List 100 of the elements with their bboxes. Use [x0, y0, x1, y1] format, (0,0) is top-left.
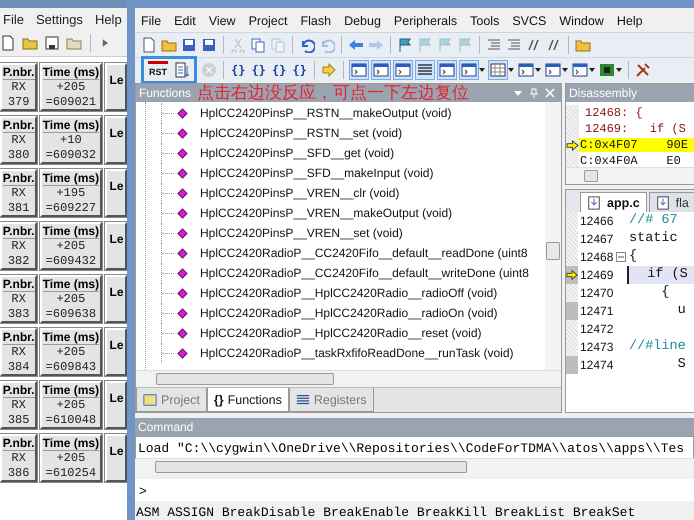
step-button[interactable]: {}: [270, 61, 288, 79]
cell-heading: Le: [110, 179, 124, 193]
cell-value: 386: [8, 466, 30, 480]
cell-heading: Le: [110, 285, 124, 299]
step-button[interactable]: {}: [250, 61, 267, 79]
dropdown-caret-icon[interactable]: [562, 68, 568, 72]
dropdown-caret-icon[interactable]: [508, 68, 514, 72]
dropdown-caret-icon[interactable]: [616, 68, 622, 72]
new-file-icon[interactable]: [0, 35, 16, 51]
function-item[interactable]: HplCC2420RadioP__CC2420Fifo__default__readDone (uint8: [200, 246, 528, 260]
cell-value: 385: [8, 412, 30, 428]
disassembly-line: C:0x4F0A E0: [579, 154, 682, 167]
cell-value: RX: [11, 292, 26, 306]
right-arrow-icon[interactable]: [320, 62, 337, 78]
menu-item[interactable]: View: [208, 14, 236, 28]
function-icon: [177, 148, 188, 158]
lines-icon[interactable]: [416, 61, 434, 79]
panel-tab[interactable]: {} Functions: [206, 388, 289, 412]
cell-heading: Time (ms): [42, 170, 100, 186]
undo-icon[interactable]: [299, 37, 315, 53]
dropdown-caret-icon[interactable]: [588, 68, 595, 72]
function-icon: [177, 248, 188, 258]
step-button[interactable]: {}: [230, 61, 246, 79]
menu-item[interactable]: Peripherals: [394, 14, 458, 28]
save-icon[interactable]: [181, 37, 197, 53]
function-item[interactable]: HplCC2420RadioP__HplCC2420Radio__radioOn (void): [200, 306, 498, 320]
function-item[interactable]: HplCC2420RadioP__taskRxfifoReadDone__runTask (void): [200, 346, 514, 360]
window-icon[interactable]: [460, 61, 478, 79]
vertical-scrollbar[interactable]: [545, 102, 561, 370]
function-item[interactable]: HplCC2420PinsP__VREN__clr (void): [200, 186, 400, 200]
panel-tab[interactable]: Project: [136, 388, 207, 412]
cell-value: RX: [11, 344, 26, 360]
cell-value: =609021: [46, 94, 96, 110]
back-arrow-icon[interactable]: [348, 37, 364, 53]
collapse-icon[interactable]: [616, 252, 626, 262]
horizontal-scrollbar[interactable]: [135, 458, 694, 475]
chip-icon[interactable]: [598, 62, 615, 78]
gutter: [566, 105, 579, 121]
dropdown-caret-icon[interactable]: [478, 68, 485, 72]
function-item[interactable]: HplCC2420PinsP__VREN__makeOutput (void): [200, 206, 452, 220]
cell-heading: Le: [110, 338, 124, 352]
horizontal-scrollbar[interactable]: [136, 370, 561, 387]
function-icon: [177, 328, 188, 338]
window-icon[interactable]: [438, 61, 456, 79]
command-input-field[interactable]: >: [135, 479, 694, 501]
cell-heading: P.nbr.: [2, 382, 35, 398]
menu-item[interactable]: File: [141, 14, 162, 28]
cell-value: =609432: [46, 254, 96, 268]
save-icon[interactable]: [44, 35, 60, 51]
new-file-icon[interactable]: [141, 37, 157, 53]
menu-item[interactable]: Flash: [300, 14, 332, 28]
dropdown-caret-icon[interactable]: [534, 68, 541, 72]
file-icon: [587, 196, 601, 210]
cell-value: RX: [11, 132, 26, 148]
menu-item[interactable]: Help: [94, 12, 122, 26]
menu-item[interactable]: SVCS: [512, 14, 546, 28]
window-icon[interactable]: [518, 62, 534, 78]
function-item[interactable]: HplCC2420RadioP__HplCC2420Radio__reset (void): [200, 326, 482, 340]
function-icon: [177, 128, 188, 138]
menu-item[interactable]: Debug: [344, 14, 381, 28]
line-number: 12466: [578, 214, 616, 228]
function-item[interactable]: HplCC2420PinsP__SFD__get (void): [200, 146, 394, 160]
step-button[interactable]: {}: [291, 61, 308, 79]
window-icon[interactable]: [394, 61, 412, 79]
file-tab[interactable]: app.c: [580, 192, 647, 212]
cell-heading: Time (ms): [42, 64, 100, 80]
menu-item[interactable]: Project: [248, 14, 288, 28]
reset-button[interactable]: RST: [148, 61, 168, 79]
code-line: {: [628, 248, 638, 266]
save-icon[interactable]: [201, 37, 217, 53]
cell-heading: P.nbr.: [2, 224, 35, 238]
menu-item[interactable]: Tools: [470, 14, 500, 28]
grid-icon[interactable]: [488, 61, 507, 79]
code-line: static: [628, 230, 679, 248]
window-icon[interactable]: [544, 62, 561, 78]
function-item[interactable]: HplCC2420RadioP__HplCC2420Radio__radioOff (void): [200, 286, 498, 300]
panel-tab[interactable]: Registers: [288, 388, 374, 412]
menu-item[interactable]: Window: [559, 14, 604, 28]
menu-item[interactable]: Edit: [174, 14, 196, 28]
document-arrow-icon[interactable]: [174, 62, 190, 78]
copy-icon[interactable]: [250, 37, 266, 53]
window-icon[interactable]: [350, 61, 368, 79]
horizontal-scrollbar[interactable]: [566, 167, 694, 184]
function-item[interactable]: HplCC2420PinsP__VREN__set (void): [200, 226, 403, 240]
window-icon[interactable]: [572, 62, 588, 78]
gutter: [566, 153, 579, 167]
file-tab[interactable]: fla: [648, 192, 694, 212]
menu-item[interactable]: Settings: [36, 12, 83, 26]
cell-heading: Time (ms): [42, 276, 100, 292]
window-icon[interactable]: [372, 61, 390, 79]
function-item[interactable]: HplCC2420PinsP__RSTN__set (void): [200, 126, 402, 140]
function-item[interactable]: HplCC2420PinsP__RSTN__makeOutput (void): [200, 106, 452, 120]
function-item[interactable]: HplCC2420RadioP__CC2420Fifo__default__writeDone (uint8: [200, 266, 529, 280]
menu-item[interactable]: File: [3, 12, 24, 26]
code-line: u: [676, 302, 687, 320]
function-icon: [177, 108, 188, 118]
menu-item[interactable]: Help: [616, 14, 643, 28]
function-item[interactable]: HplCC2420PinsP__SFD__makeInput (void): [200, 166, 434, 180]
flag-icon[interactable]: [397, 37, 413, 53]
cell-value: 380: [8, 148, 30, 162]
